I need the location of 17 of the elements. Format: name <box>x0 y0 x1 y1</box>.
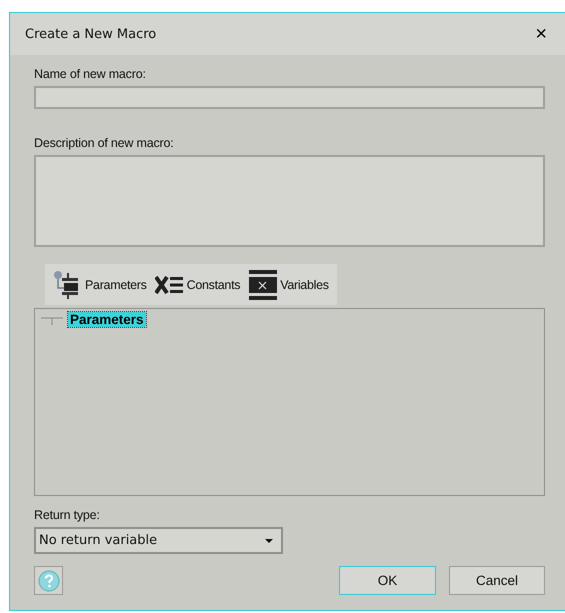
name-field[interactable] <box>34 86 545 109</box>
variable-icon <box>248 268 278 300</box>
help-icon <box>38 570 60 592</box>
tree-connector-icon <box>40 314 64 324</box>
field-label: Return type: <box>34 508 101 522</box>
close-button[interactable]: × <box>531 22 551 46</box>
caret-icon <box>265 538 273 542</box>
description-field[interactable] <box>34 155 545 247</box>
field-label: Name of new macro: <box>34 67 147 81</box>
help-button[interactable] <box>34 566 63 595</box>
constants-icon <box>154 274 185 294</box>
window-title: Create a New Macro <box>25 26 156 42</box>
field-label: Description of new macro: <box>34 136 175 150</box>
tree-item[interactable]: Parameters <box>68 312 146 327</box>
ok-button[interactable]: OK <box>339 566 436 595</box>
cancel-button[interactable]: Cancel <box>449 566 545 595</box>
return-type-dropdown[interactable]: No return variable <box>34 527 283 554</box>
